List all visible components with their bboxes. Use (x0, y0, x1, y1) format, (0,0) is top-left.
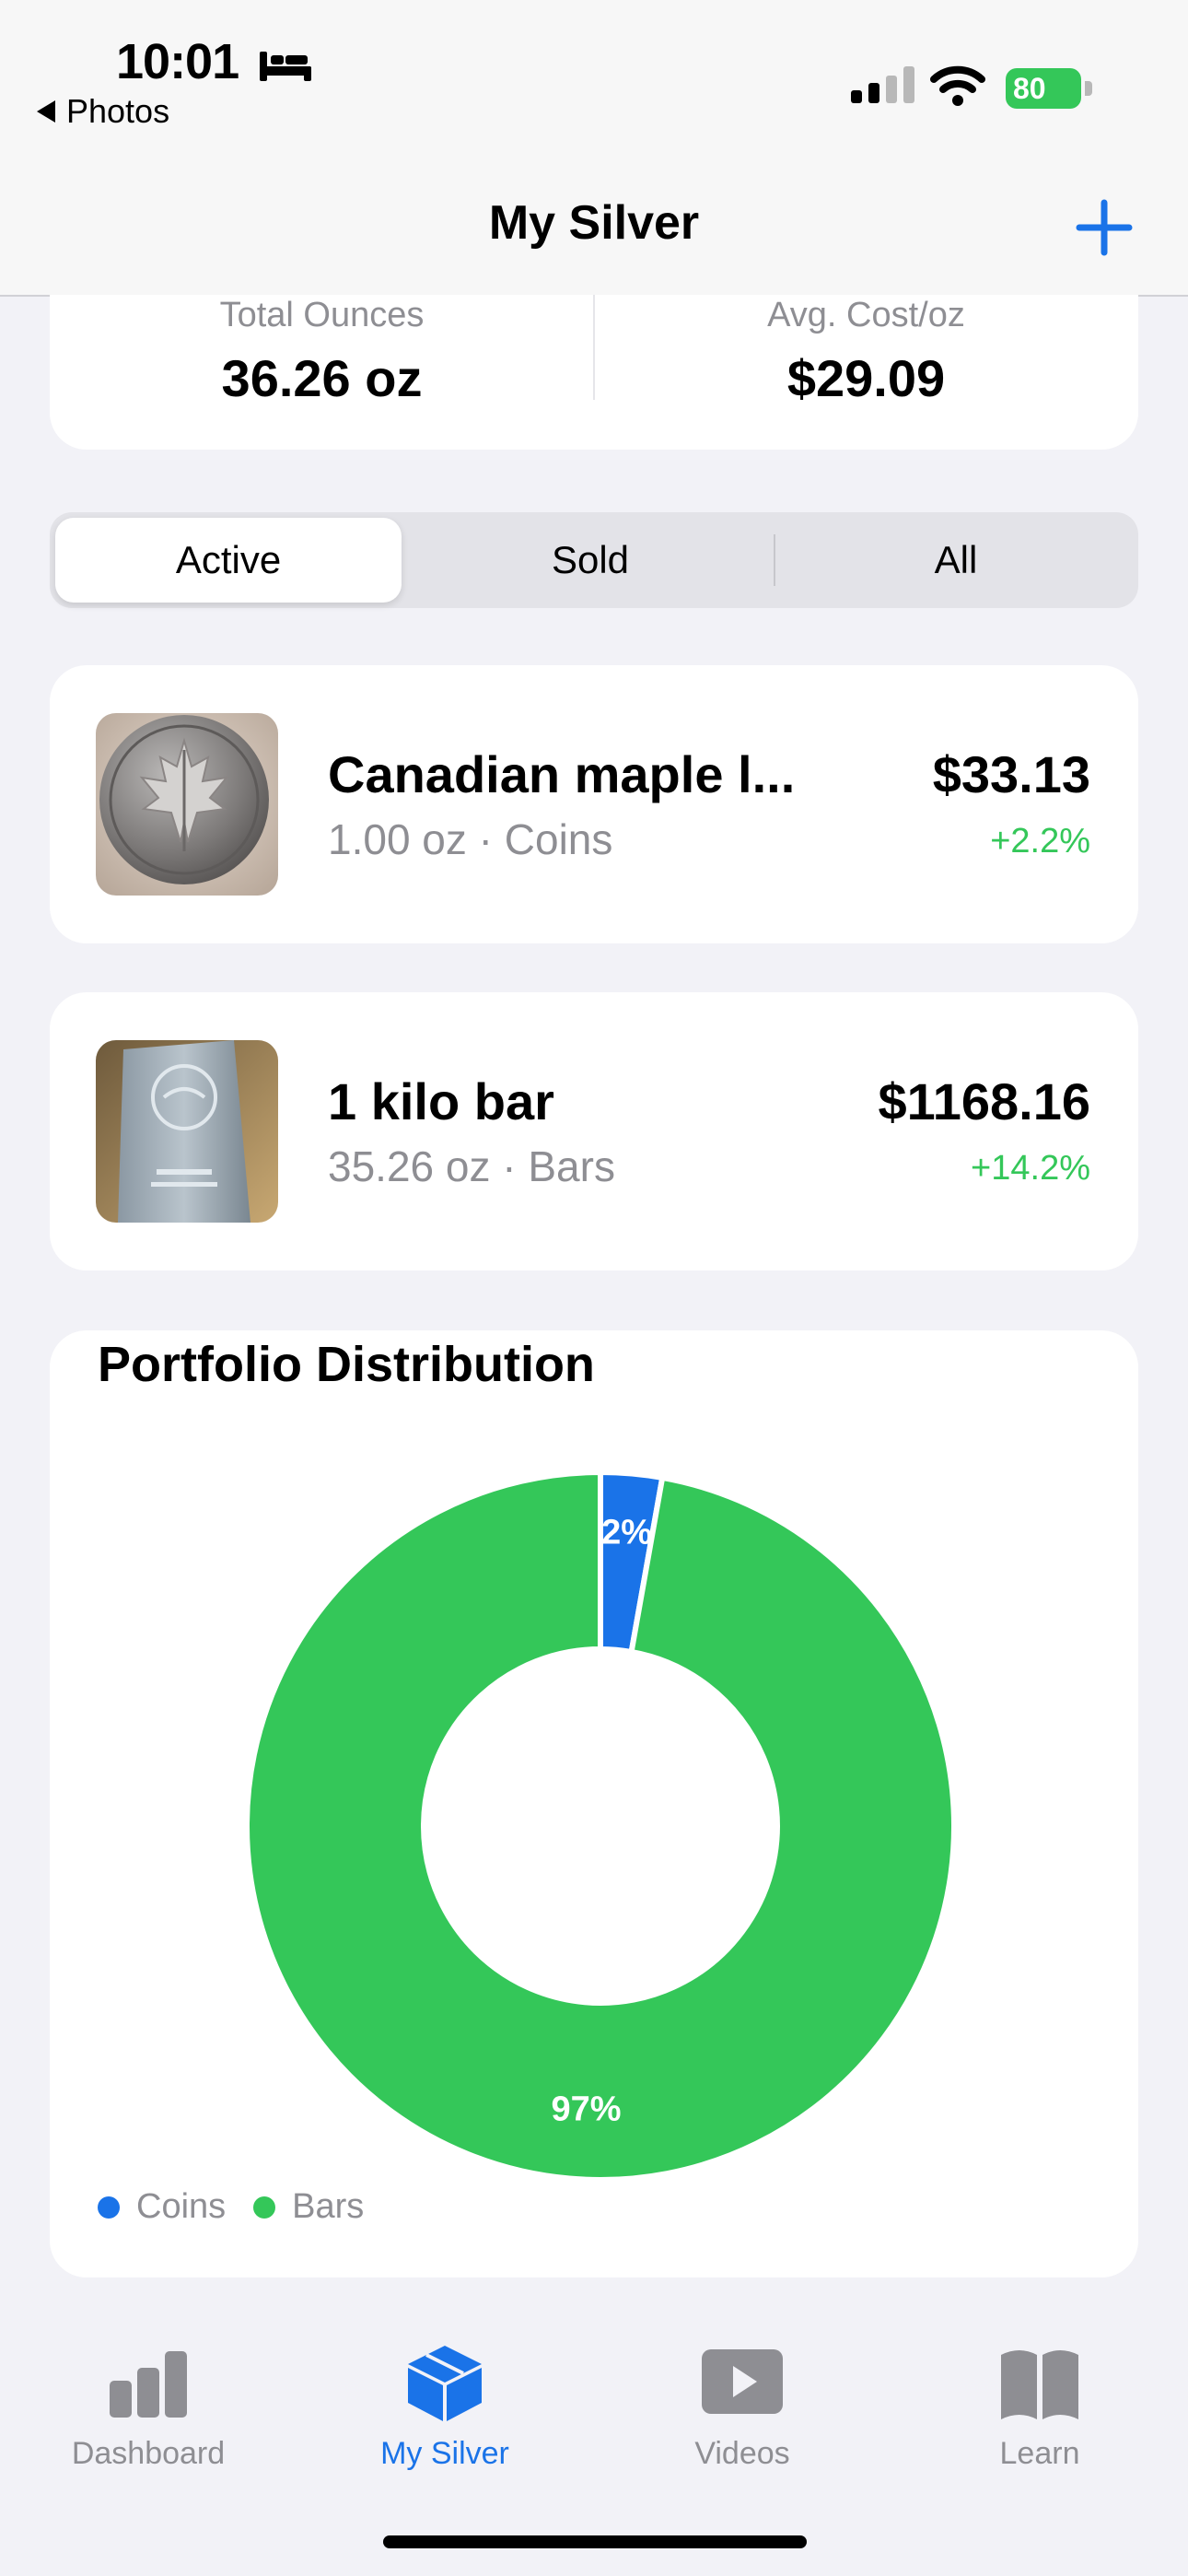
back-link-label: Photos (66, 92, 170, 130)
legend-label: Coins (136, 2187, 227, 2226)
cellular-signal-icon (851, 66, 914, 103)
tab-label: Learn (999, 2436, 1080, 2471)
chart-legend: Coins Bars (98, 2187, 391, 2227)
silver-bar-thumbnail (96, 1040, 278, 1223)
segment-sold[interactable]: Sold (409, 518, 772, 603)
legend-item-bars: Bars (253, 2187, 364, 2227)
back-arrow-icon (37, 100, 55, 123)
holdings-filter-segmented-control: Active Sold All (50, 512, 1138, 608)
pie-slice-bars (244, 1469, 957, 2183)
total-ounces-value: 36.26 oz (221, 349, 423, 407)
page-title: My Silver (488, 196, 700, 250)
holding-name: 1 kilo bar (328, 1072, 554, 1130)
holding-detail: 35.26 oz · Bars (328, 1142, 615, 1190)
tab-videos[interactable]: Videos (594, 2313, 891, 2472)
battery-icon: 80 (1006, 68, 1092, 109)
home-indicator (383, 2535, 807, 2548)
holding-name: Canadian maple l... (328, 745, 796, 803)
back-to-photos-link[interactable]: Photos (37, 92, 169, 131)
total-ounces-stat: Total Ounces 36.26 oz (50, 295, 594, 408)
legend-item-coins: Coins (98, 2187, 226, 2227)
slice-label-coins: 2% (601, 1513, 652, 1551)
donut-chart: 2% 97% (244, 1469, 957, 2183)
chart-bar-icon (110, 2351, 187, 2418)
legend-swatch (253, 2195, 276, 2219)
tab-label: Dashboard (71, 2436, 226, 2471)
holding-row[interactable]: Canadian maple l... 1.00 oz · Coins $33.… (50, 665, 1138, 943)
holding-price: $33.13 (932, 745, 1090, 803)
tab-label: My Silver (380, 2436, 509, 2471)
holding-change: +14.2% (971, 1149, 1090, 1188)
segment-active[interactable]: Active (55, 518, 402, 603)
legend-label: Bars (292, 2187, 365, 2226)
slice-label-bars: 97% (551, 2090, 621, 2129)
play-icon (702, 2349, 783, 2414)
tab-label: Videos (694, 2436, 790, 2471)
segment-all[interactable]: All (775, 518, 1136, 603)
sleep-focus-icon (260, 52, 311, 81)
holding-change: +2.2% (990, 822, 1090, 861)
legend-swatch (98, 2195, 120, 2219)
avg-cost-stat: Avg. Cost/oz $29.09 (594, 295, 1138, 408)
avg-cost-value: $29.09 (786, 349, 946, 407)
portfolio-summary-card: Total Ounces 36.26 oz Avg. Cost/oz $29.0… (50, 295, 1138, 450)
add-holding-button[interactable] (1072, 195, 1136, 260)
battery-level: 80 (1013, 71, 1046, 105)
tab-my-silver[interactable]: My Silver (297, 2313, 593, 2472)
tab-dashboard[interactable]: Dashboard (0, 2313, 297, 2472)
maple-leaf-coin-thumbnail (96, 713, 278, 896)
holding-detail: 1.00 oz · Coins (328, 815, 613, 863)
navigation-header: 10:01 Photos 80 My Silver (0, 0, 1188, 297)
tab-learn[interactable]: Learn (891, 2313, 1188, 2472)
wifi-icon (930, 65, 985, 106)
holding-price: $1168.16 (878, 1072, 1090, 1130)
holding-row[interactable]: 1 kilo bar 35.26 oz · Bars $1168.16 +14.… (50, 992, 1138, 1270)
cube-icon (408, 2346, 482, 2421)
portfolio-distribution-card: Portfolio Distribution 2% 97% Coins Bars (50, 1330, 1138, 2277)
status-time: 10:01 (116, 34, 239, 89)
total-ounces-label: Total Ounces (219, 296, 425, 334)
avg-cost-label: Avg. Cost/oz (767, 296, 965, 334)
book-icon (1001, 2350, 1078, 2419)
chart-title: Portfolio Distribution (98, 1337, 595, 1392)
